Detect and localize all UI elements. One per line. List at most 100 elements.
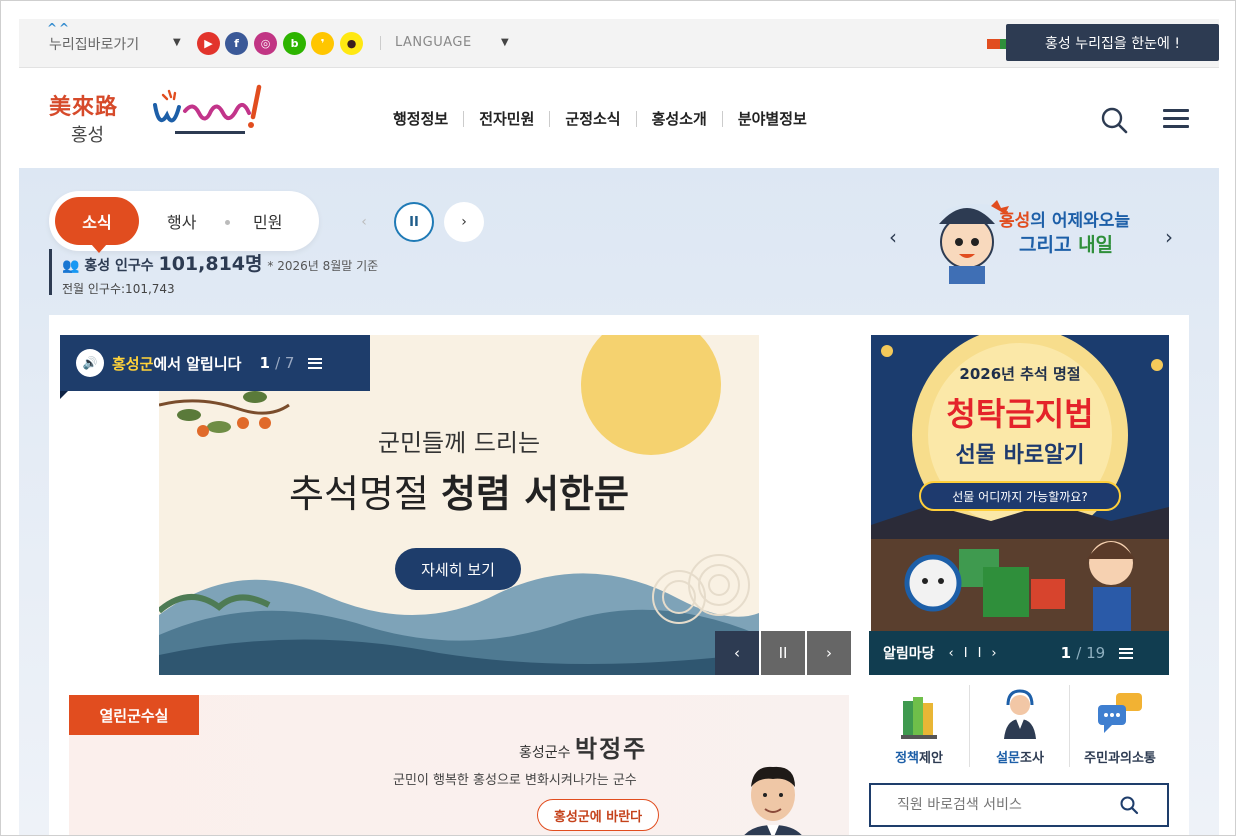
instagram-icon[interactable]: ◎	[254, 32, 277, 55]
kakaotalk-icon[interactable]: ●	[340, 32, 363, 55]
slide-pause-button[interactable]: II	[761, 631, 805, 675]
tab-news[interactable]: 소식	[55, 197, 139, 253]
promo-text: 그리고	[1019, 234, 1079, 256]
headset-agent-icon	[1003, 689, 1036, 739]
books-icon	[901, 697, 937, 739]
nav-item-by-field[interactable]: 분야별정보	[721, 111, 822, 127]
tab-events[interactable]: 행사	[167, 209, 196, 233]
petition-button[interactable]: 홍성군에 바란다	[537, 799, 659, 831]
nuri-deco-icon: ^^	[47, 21, 72, 35]
banner-pause-icon[interactable]: II	[964, 646, 992, 661]
chevron-down-icon[interactable]: ▼	[173, 37, 181, 48]
tab-civil[interactable]: 민원	[253, 209, 282, 233]
sitemap-overview-button[interactable]: 홍성 누리집을 한눈에 !	[1006, 24, 1219, 61]
banner-subtitle: 선물 바로알기	[955, 443, 1085, 468]
slide-title-bold: 청렴 서한문	[440, 472, 629, 516]
notice-header: 🔊 홍성군에서 알립니다 1 / 7	[60, 335, 370, 399]
promo-next-icon[interactable]: ›	[1165, 225, 1173, 249]
population-value: 101,814명	[158, 253, 263, 275]
mayor-title: 홍성군수	[519, 745, 575, 761]
mayor-section: 열린군수실 홍성군수 박정주 군민이 행복한 홍성으로 변화시켜나가는 군수 홍…	[69, 695, 849, 835]
nuri-shortcut-select[interactable]: 누리집바로가기	[49, 34, 139, 54]
slide-prev-button[interactable]: ‹	[715, 631, 759, 675]
kakaostory-icon[interactable]: ❜	[311, 32, 334, 55]
search-icon[interactable]	[1099, 105, 1129, 135]
population-info: 👥 홍성 인구수 101,814명 * 2026년 8월말 기준 전월 인구수:…	[49, 249, 379, 296]
population-label: 홍성 인구수	[84, 258, 154, 274]
nav-item-about[interactable]: 홍성소개	[635, 111, 722, 127]
banner-pill: 선물 어디까지 가능할까요?	[919, 481, 1121, 511]
notice-current: 1	[259, 354, 270, 372]
notice-board-label: 알림마당	[883, 646, 935, 662]
nav-item-admin-info[interactable]: 행정정보	[393, 111, 463, 127]
tabs-prev-button[interactable]: ‹	[344, 202, 384, 242]
tabs-pause-button[interactable]: II	[394, 202, 434, 242]
logo-subtext: 홍성	[71, 125, 105, 146]
staff-search-input[interactable]	[897, 797, 1107, 813]
quick-label: 제안	[919, 751, 943, 766]
people-icon: 👥	[62, 258, 80, 274]
population-note: * 2026년 8월말 기준	[267, 259, 379, 273]
tabs-next-button[interactable]: ›	[444, 202, 484, 242]
staff-search-box	[869, 783, 1169, 827]
quick-policy-proposal[interactable]: 정책제안	[869, 685, 969, 767]
mayor-photo	[744, 766, 802, 835]
list-icon[interactable]	[1119, 647, 1134, 659]
notice-total: / 7	[275, 354, 295, 372]
main-nav: 행정정보 전자민원 군정소식 홍성소개 분야별정보	[393, 111, 822, 127]
promo-text: 의 어제와오늘	[1030, 211, 1131, 231]
search-icon[interactable]	[1119, 795, 1139, 815]
chevron-down-icon[interactable]: ▼	[501, 37, 509, 48]
promo-text: 내일	[1078, 234, 1114, 256]
logo[interactable]: 美來路	[49, 89, 118, 121]
quick-resident-communication[interactable]: 주민과의소통	[1069, 685, 1169, 767]
category-tabs: 소식 행사 민원	[49, 191, 319, 253]
quick-label: 주민과의소통	[1084, 751, 1156, 766]
header: 美來路 홍성 행정정보 전자민원 군정소식 홍성소개 분야별정보	[19, 69, 1219, 167]
detail-button[interactable]: 자세히 보기	[395, 548, 521, 590]
speaker-icon: 🔊	[76, 349, 104, 377]
banner-title: 청탁금지법	[946, 395, 1094, 433]
quick-label: 조사	[1020, 751, 1044, 766]
list-icon[interactable]	[308, 357, 323, 369]
hamburger-menu-icon[interactable]	[1163, 109, 1189, 131]
notice-title-highlight: 홍성군	[112, 354, 154, 373]
quick-label: 정책	[895, 751, 919, 766]
slide-controls: ‹ II ›	[715, 631, 853, 675]
slide-subtitle: 군민들께 드리는	[377, 429, 541, 457]
wow-campaign-logo-icon[interactable]	[149, 81, 269, 143]
facebook-icon[interactable]: f	[225, 32, 248, 55]
blog-icon[interactable]: b	[283, 32, 306, 55]
banner-next-icon[interactable]: ›	[991, 646, 1006, 661]
anti-graft-banner[interactable]: 2026년 추석 명절 청탁금지법 선물 바로알기 선물 어디까지 가능할까요?	[871, 335, 1169, 631]
page: ^^ 누리집바로가기 ▼ ▶ f ◎ b ❜ ● LANGUAGE ▼ 홍성 누…	[19, 19, 1219, 835]
slide-next-button[interactable]: ›	[807, 631, 851, 675]
divider	[225, 220, 230, 225]
slide-title: 추석명절	[289, 472, 441, 516]
hero-section: 소식 행사 민원 ‹ II › 👥 홍성 인구수 101,814명 * 2026…	[19, 168, 1219, 835]
logo-text: 美來路	[49, 94, 119, 120]
nav-item-e-civil[interactable]: 전자민원	[463, 111, 549, 127]
banner-total: / 19	[1076, 644, 1106, 662]
quick-links: 정책제안 설문조사 주민과의소통	[869, 685, 1169, 767]
banner-current: 1	[1060, 644, 1072, 662]
mayor-name: 박정주	[574, 734, 648, 763]
utility-bar: ^^ 누리집바로가기 ▼ ▶ f ◎ b ❜ ● LANGUAGE ▼ 홍성 누…	[19, 19, 1219, 68]
youtube-icon[interactable]: ▶	[197, 32, 220, 55]
chat-bubbles-icon	[1097, 693, 1142, 733]
nav-item-county-news[interactable]: 군정소식	[549, 111, 635, 127]
quick-label: 설문	[996, 751, 1020, 766]
promo-prev-icon[interactable]: ‹	[889, 225, 897, 249]
language-select[interactable]: LANGUAGE	[395, 35, 472, 50]
quick-survey[interactable]: 설문조사	[969, 685, 1069, 767]
mayor-desc: 군민이 행복한 홍성으로 변화시켜나가는 군수	[393, 773, 637, 788]
banner-prev-icon[interactable]: ‹	[949, 646, 964, 661]
notice-title: 에서 알립니다	[153, 354, 242, 373]
mayor-office-tag[interactable]: 열린군수실	[69, 695, 199, 735]
population-prev: 전월 인구수:101,743	[62, 282, 175, 296]
browser-frame: ^^ 누리집바로가기 ▼ ▶ f ◎ b ❜ ● LANGUAGE ▼ 홍성 누…	[0, 0, 1236, 836]
divider	[380, 36, 381, 50]
notice-board-bar: 알림마당 ‹II› 1 / 19	[869, 631, 1169, 675]
banner-year: 2026년 추석 명절	[959, 365, 1081, 383]
promo-text: 홍성	[999, 211, 1031, 231]
